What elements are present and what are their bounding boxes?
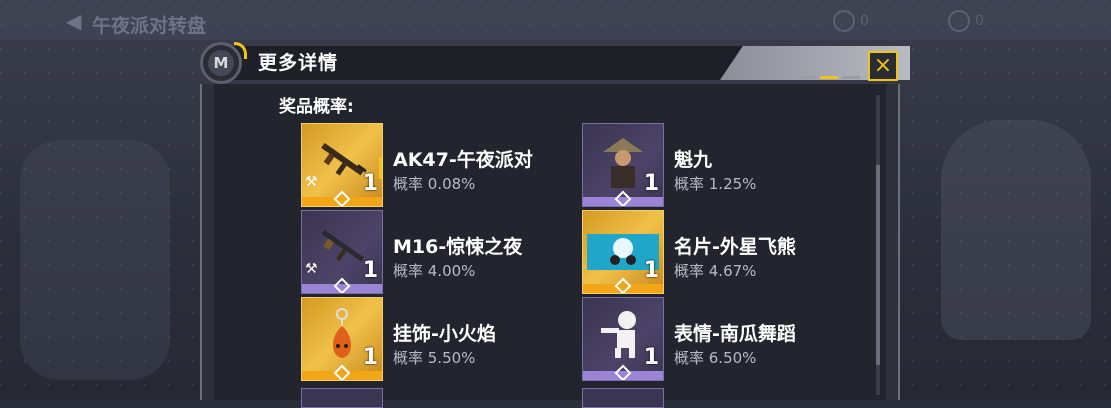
- item-name: 名片-外星飞熊: [674, 236, 796, 258]
- item-name: 挂饰-小火焰: [393, 323, 496, 345]
- prize-item-partial[interactable]: [301, 388, 383, 408]
- rifle-icon: [314, 132, 370, 188]
- prize-item[interactable]: 1 名片-外星飞熊 概率 4.67%: [582, 210, 852, 294]
- item-thumbnail[interactable]: 1: [582, 123, 664, 207]
- page-dot: [798, 76, 816, 79]
- close-button[interactable]: ×: [868, 51, 898, 81]
- item-probability: 概率 1.25%: [674, 175, 757, 193]
- background-figure-left: [20, 140, 170, 380]
- emote-icon: [595, 306, 651, 362]
- background-figure-right: [941, 120, 1091, 340]
- item-name: M16-惊悚之夜: [393, 236, 523, 258]
- item-probability: 概率 5.50%: [393, 349, 476, 367]
- item-name: 表情-南瓜舞蹈: [674, 323, 796, 345]
- item-probability: 概率 4.67%: [674, 262, 757, 280]
- section-title: 奖品概率:: [279, 97, 354, 117]
- currency-icon: [833, 10, 855, 32]
- prize-item[interactable]: ⚒ 1 AK47-午夜派对 概率 0.08%: [301, 123, 571, 207]
- tool-icon: ⚒: [305, 261, 318, 277]
- item-thumbnail[interactable]: 1: [301, 297, 383, 381]
- item-probability: 概率 0.08%: [393, 175, 476, 193]
- item-quantity: 1: [643, 345, 659, 370]
- item-thumbnail[interactable]: ⚒ 1: [301, 210, 383, 294]
- rifle-icon: [314, 219, 370, 275]
- rarity-diamond-icon: [614, 190, 632, 206]
- item-probability: 概率 4.00%: [393, 262, 476, 280]
- charm-icon: [314, 306, 370, 362]
- back-arrow-icon: ◀: [66, 9, 82, 33]
- character-icon: [595, 132, 651, 188]
- prize-item[interactable]: 1 表情-南瓜舞蹈 概率 6.50%: [582, 297, 852, 381]
- item-probability: 概率 6.50%: [674, 349, 757, 367]
- coin-icon: [948, 10, 970, 32]
- item-quantity: 1: [643, 258, 659, 283]
- scrollbar-thumb[interactable]: [876, 165, 880, 365]
- coin-count: 0: [975, 13, 984, 29]
- page-dot-active: [820, 76, 838, 79]
- rarity-diamond-icon: [614, 277, 632, 293]
- page-indicator: [798, 76, 860, 79]
- item-quantity: 1: [362, 258, 378, 283]
- item-thumbnail[interactable]: 1: [582, 210, 664, 294]
- close-icon: ×: [873, 53, 893, 78]
- item-thumbnail[interactable]: ⚒ 1: [301, 123, 383, 207]
- item-quantity: 1: [643, 171, 659, 196]
- background-title: 午夜派对转盘: [92, 15, 207, 37]
- item-name: 魁九: [674, 149, 713, 171]
- item-quantity: 1: [362, 345, 378, 370]
- currency-count: 0: [860, 13, 869, 29]
- tool-icon: ⚒: [305, 174, 318, 190]
- mode-badge-icon: M: [208, 50, 234, 76]
- item-thumbnail[interactable]: 1: [582, 297, 664, 381]
- rarity-diamond-icon: [333, 364, 351, 380]
- dialog-title: 更多详情: [258, 52, 339, 74]
- page-dot: [842, 76, 860, 79]
- item-name: AK47-午夜派对: [393, 149, 533, 171]
- prize-item[interactable]: ⚒ 1 M16-惊悚之夜 概率 4.00%: [301, 210, 571, 294]
- rarity-diamond-icon: [333, 190, 351, 206]
- prize-item-partial[interactable]: [582, 388, 664, 408]
- item-quantity: 1: [362, 171, 378, 196]
- badge-accent: [234, 42, 247, 59]
- rarity-diamond-icon: [614, 364, 632, 380]
- prize-item[interactable]: 1 魁九 概率 1.25%: [582, 123, 852, 207]
- prize-item[interactable]: 1 挂饰-小火焰 概率 5.50%: [301, 297, 571, 381]
- highlight-marker: [379, 157, 382, 179]
- rarity-diamond-icon: [333, 277, 351, 293]
